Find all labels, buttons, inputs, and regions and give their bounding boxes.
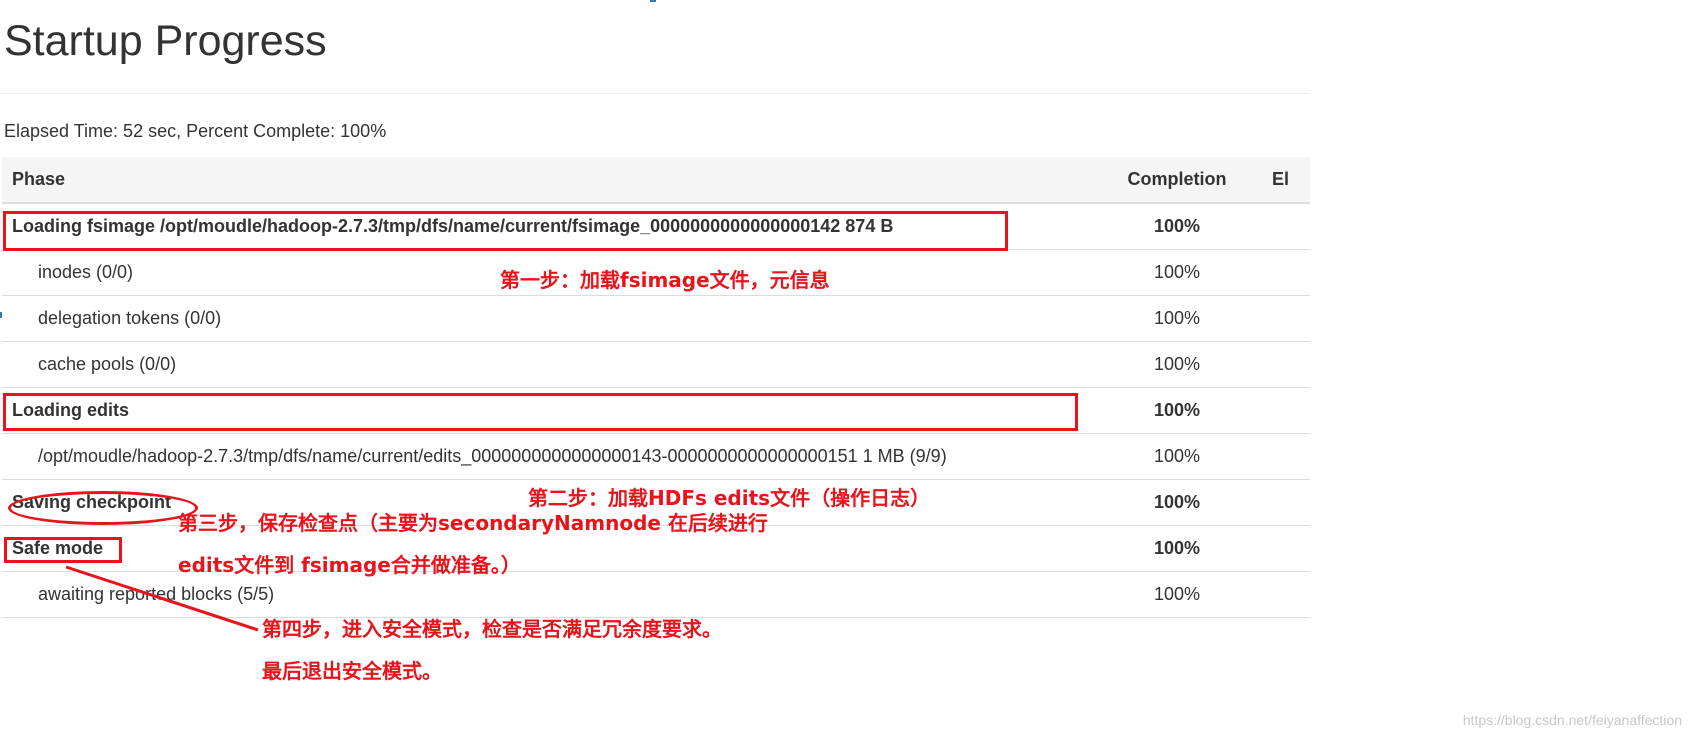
phase-completion: 100%: [1092, 387, 1262, 434]
top-edge-mark: [650, 0, 656, 2]
step-completion: 100%: [1092, 433, 1262, 480]
table-row-cache-pools: cache pools (0/0) 100%: [2, 341, 1310, 388]
annotation-step3-line2: edits文件到 fsimage合并做准备。）: [178, 553, 521, 577]
phase-elapsed: [1262, 525, 1310, 572]
step-elapsed: [1262, 249, 1310, 296]
step-elapsed: [1262, 295, 1310, 342]
column-header-elapsed: El: [1262, 157, 1310, 204]
page-title: Startup Progress: [4, 17, 327, 65]
annotation-box-safe-mode: [4, 537, 122, 563]
step-completion: 100%: [1092, 295, 1262, 342]
table-header-row: Phase Completion El: [2, 157, 1310, 204]
annotation-step2: 第二步：加载HDFs edits文件（操作日志）: [528, 486, 931, 510]
table-row-awaiting-blocks: awaiting reported blocks (5/5) 100%: [2, 571, 1310, 618]
step-elapsed: [1262, 571, 1310, 618]
annotation-box-loading-edits: [3, 393, 1078, 431]
step-label: awaiting reported blocks (5/5): [2, 571, 1092, 618]
step-elapsed: [1262, 341, 1310, 388]
title-divider: [0, 93, 1310, 94]
phase-elapsed: [1262, 387, 1310, 434]
step-completion: 100%: [1092, 571, 1262, 618]
phase-elapsed: [1262, 479, 1310, 526]
column-header-completion: Completion: [1092, 157, 1262, 204]
phase-completion: 100%: [1092, 203, 1262, 250]
annotation-step4-line1: 第四步，进入安全模式，检查是否满足冗余度要求。: [262, 617, 722, 641]
annotation-step3-line1: 第三步，保存检查点（主要为secondaryNamnode 在后续进行: [178, 511, 768, 535]
annotation-ellipse-saving-checkpoint: [8, 491, 198, 525]
annotation-step4-line2: 最后退出安全模式。: [262, 659, 442, 683]
table-row-edits-file: /opt/moudle/hadoop-2.7.3/tmp/dfs/name/cu…: [2, 433, 1310, 480]
table-row-delegation-tokens: delegation tokens (0/0) 100%: [2, 295, 1310, 342]
annotation-box-loading-fsimage: [3, 211, 1008, 251]
elapsed-summary: Elapsed Time: 52 sec, Percent Complete: …: [4, 121, 387, 141]
watermark-text: https://blog.csdn.net/feiyanaffection: [1462, 712, 1682, 728]
step-label: cache pools (0/0): [2, 341, 1092, 388]
step-completion: 100%: [1092, 341, 1262, 388]
phase-elapsed: [1262, 203, 1310, 250]
step-completion: 100%: [1092, 249, 1262, 296]
phase-completion: 100%: [1092, 479, 1262, 526]
step-label: /opt/moudle/hadoop-2.7.3/tmp/dfs/name/cu…: [2, 433, 1092, 480]
annotation-step1: 第一步：加载fsimage文件，元信息: [500, 268, 830, 292]
phase-completion: 100%: [1092, 525, 1262, 572]
column-header-phase: Phase: [2, 157, 1092, 204]
step-label: delegation tokens (0/0): [2, 295, 1092, 342]
step-elapsed: [1262, 433, 1310, 480]
